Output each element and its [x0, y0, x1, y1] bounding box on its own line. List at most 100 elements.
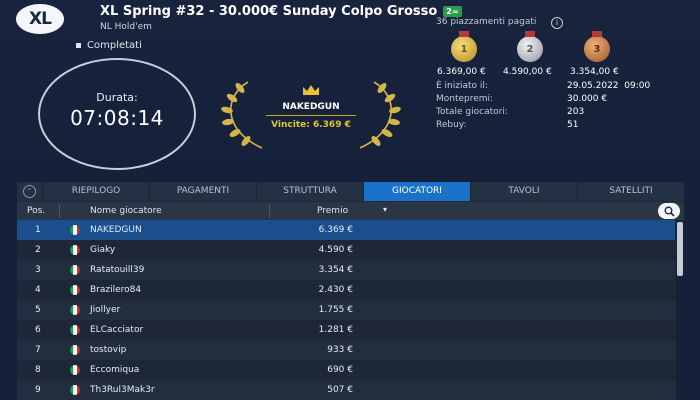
table-row[interactable]: 4 Brazilero84 2.430 €	[17, 280, 675, 300]
tab-pagamenti[interactable]: PAGAMENTI	[149, 182, 256, 201]
rebuy-value: 51	[567, 120, 579, 130]
player-position: 1	[35, 225, 41, 235]
table-row[interactable]: 3 Ratatouill39 3.354 €	[17, 260, 675, 280]
italy-flag-icon	[70, 345, 80, 355]
winner-name: NAKEDGUN	[282, 102, 340, 112]
scrollbar[interactable]	[676, 220, 684, 400]
prizepool-label: Montepremi:	[436, 94, 494, 104]
player-prize: 6.369 €	[318, 225, 353, 235]
player-prize: 1.281 €	[318, 325, 353, 335]
column-pos[interactable]: Pos.	[27, 206, 45, 216]
info-icon[interactable]: i	[551, 17, 563, 29]
tournament-title: XL Spring #32 - 30.000€ Sunday Colpo Gro…	[100, 4, 462, 19]
duration-value: 07:08:14	[70, 106, 164, 130]
player-prize: 933 €	[327, 345, 353, 355]
duration-clock: Durata: 07:08:14	[38, 58, 196, 170]
player-position: 5	[35, 305, 41, 315]
player-name: NAKEDGUN	[90, 225, 142, 235]
start-label: È iniziato il:	[436, 81, 488, 91]
search-icon	[664, 206, 675, 217]
tab-struttura[interactable]: STRUTTURA	[256, 182, 363, 201]
tournament-details-labels: È iniziato il: Montepremi: Totale giocat…	[436, 80, 508, 132]
italy-flag-icon	[70, 245, 80, 255]
silver-medal-icon: 2	[517, 31, 543, 62]
winner-divider	[266, 115, 356, 116]
second-prize: 4.590,00 €	[503, 67, 552, 77]
italy-flag-icon	[70, 285, 80, 295]
player-name: Jiollyer	[90, 305, 121, 315]
prizepool-value: 30.000 €	[567, 94, 608, 104]
reentry-badge: 2=	[443, 6, 462, 17]
tab-riepilogo[interactable]: RIEPILOGO	[42, 182, 149, 201]
gold-medal-icon: 1	[451, 31, 477, 62]
rebuy-label: Rebuy:	[436, 120, 467, 130]
tab-bar: ⌃ RIEPILOGO PAGAMENTI STRUTTURA GIOCATOR…	[17, 182, 684, 201]
player-name: ELCacciator	[90, 325, 144, 335]
italy-flag-icon	[70, 265, 80, 275]
player-name: Th3Rul3Mak3r	[90, 385, 155, 395]
player-name: Eccomiqua	[90, 365, 140, 375]
table-row[interactable]: 5 Jiollyer 1.755 €	[17, 300, 675, 320]
player-prize: 3.354 €	[318, 265, 353, 275]
winner-prize: Vincite: 6.369 €	[271, 120, 351, 130]
chevron-up-icon: ⌃	[23, 185, 36, 198]
total-players-value: 203	[567, 107, 585, 117]
tournament-details-values: 29.05.2022 09:00 30.000 € 203 51	[567, 80, 650, 132]
player-prize: 2.430 €	[318, 285, 353, 295]
tournament-header: XL XL Spring #32 - 30.000€ Sunday Colpo …	[0, 0, 700, 183]
tournament-status: Completati	[76, 40, 142, 51]
search-button[interactable]	[658, 203, 680, 219]
total-players-label: Totale giocatori:	[436, 107, 508, 117]
players-table: 1 NAKEDGUN 6.369 € 2 Giaky 4.590 € 3 Ratatouill…	[17, 220, 675, 400]
table-row[interactable]: 7 tostovip 933 €	[17, 340, 675, 360]
sort-desc-icon[interactable]: ▾	[383, 205, 387, 214]
player-position: 7	[35, 345, 41, 355]
tab-giocatori[interactable]: GIOCATORI	[363, 182, 470, 201]
game-type: NL Hold'em	[100, 22, 152, 32]
table-row[interactable]: 1 NAKEDGUN 6.369 €	[17, 220, 675, 240]
player-prize: 4.590 €	[318, 245, 353, 255]
tab-satelliti[interactable]: SATELLITI	[577, 182, 684, 201]
table-row[interactable]: 8 Eccomiqua 690 €	[17, 360, 675, 380]
tab-tavoli[interactable]: TAVOLI	[470, 182, 577, 201]
table-row[interactable]: 6 ELCacciator 1.281 €	[17, 320, 675, 340]
italy-flag-icon	[70, 225, 80, 235]
italy-flag-icon	[70, 305, 80, 315]
winner-card: NAKEDGUN Vincite: 6.369 €	[218, 78, 404, 152]
paid-places: 36 piazzamenti pagati	[436, 17, 537, 27]
scroll-thumb[interactable]	[677, 222, 683, 276]
table-header: Pos. Nome giocatore Premio ▾	[17, 202, 684, 220]
duration-label: Durata:	[96, 91, 138, 104]
collapse-toggle[interactable]: ⌃	[17, 182, 42, 201]
player-name: Ratatouill39	[90, 265, 145, 275]
italy-flag-icon	[70, 385, 80, 395]
xl-logo[interactable]: XL	[16, 4, 64, 34]
player-prize: 507 €	[327, 385, 353, 395]
bronze-medal-icon: 3	[584, 31, 610, 62]
tournament-title-text: XL Spring #32 - 30.000€ Sunday Colpo Gro…	[100, 4, 438, 19]
player-name: tostovip	[90, 345, 127, 355]
player-position: 3	[35, 265, 41, 275]
player-position: 4	[35, 285, 41, 295]
column-divider	[269, 204, 270, 218]
italy-flag-icon	[70, 365, 80, 375]
start-value: 29.05.2022 09:00	[567, 81, 651, 91]
player-prize: 1.755 €	[318, 305, 353, 315]
player-name: Brazilero84	[90, 285, 142, 295]
third-prize: 3.354,00 €	[570, 67, 619, 77]
first-prize: 6.369,00 €	[437, 67, 486, 77]
player-name: Giaky	[90, 245, 116, 255]
column-divider	[59, 204, 60, 218]
player-position: 9	[35, 385, 41, 395]
italy-flag-icon	[70, 325, 80, 335]
column-name[interactable]: Nome giocatore	[90, 206, 162, 216]
column-prize[interactable]: Premio	[317, 206, 348, 216]
crown-icon	[303, 85, 319, 95]
table-row[interactable]: 2 Giaky 4.590 €	[17, 240, 675, 260]
table-row[interactable]: 9 Th3Rul3Mak3r 507 €	[17, 380, 675, 400]
tournament-panel: ⌃ RIEPILOGO PAGAMENTI STRUTTURA GIOCATOR…	[17, 182, 684, 400]
player-position: 8	[35, 365, 41, 375]
player-prize: 690 €	[327, 365, 353, 375]
player-position: 2	[35, 245, 41, 255]
player-position: 6	[35, 325, 41, 335]
